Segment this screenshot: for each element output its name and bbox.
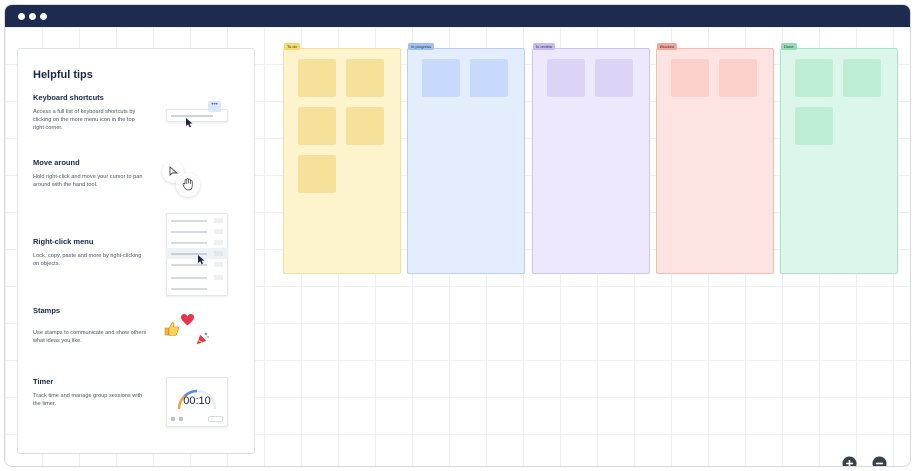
sticky-note[interactable] xyxy=(298,107,336,145)
tip-desc: Hold right-click and move your cursor to… xyxy=(33,174,143,188)
sticky-note[interactable] xyxy=(595,59,633,97)
sticky-note[interactable] xyxy=(795,59,833,97)
tip-title: Keyboard shortcuts xyxy=(33,93,104,102)
tip-keyboard-shortcuts: Keyboard shortcuts Access a full list of… xyxy=(33,93,161,132)
more-icon: ••• xyxy=(208,101,221,112)
column-label: To do xyxy=(284,43,300,50)
tip-title: Timer xyxy=(33,377,54,386)
kanban-column[interactable]: In progress xyxy=(407,43,525,274)
tip-desc: Track time and manage group sessions wit… xyxy=(33,393,143,407)
column-label: In progress xyxy=(408,43,435,50)
hand-icon xyxy=(182,178,193,191)
timer-value: 00:10 xyxy=(183,395,211,407)
whiteboard-canvas[interactable]: Helpful tips Keyboard shortcuts Access a… xyxy=(5,27,910,467)
window-dot-icon xyxy=(18,13,25,20)
shortcuts-illustration: ••• xyxy=(166,101,230,131)
party-icon xyxy=(195,332,209,346)
tip-title: Move around xyxy=(33,158,80,167)
column-label: In review xyxy=(533,43,556,50)
tip-desc: Use stamps to communicate and show other… xyxy=(33,330,147,344)
sticky-note[interactable] xyxy=(470,59,508,97)
sticky-note[interactable] xyxy=(843,59,881,97)
tip-desc: Access a full list of keyboard shortcuts… xyxy=(33,109,136,131)
window-dot-icon xyxy=(40,13,47,20)
tip-timer: Timer Track time and manage group sessio… xyxy=(33,377,161,408)
tip-stamps: Stamps Use stamps to communicate and sho… xyxy=(33,306,161,345)
column-label: Done xyxy=(781,43,797,50)
app-window: Helpful tips Keyboard shortcuts Access a… xyxy=(4,4,911,467)
sticky-note[interactable] xyxy=(422,59,460,97)
timer-illustration: 00:10 xyxy=(166,377,230,429)
context-menu-illustration xyxy=(166,213,230,297)
thumbs-up-icon xyxy=(164,322,180,336)
sticky-note[interactable] xyxy=(719,59,757,97)
kanban-column[interactable]: Done xyxy=(780,43,898,274)
move-illustration xyxy=(162,161,208,199)
kanban-column[interactable]: Blocked xyxy=(656,43,774,274)
zoom-out-icon[interactable] xyxy=(871,455,891,467)
tip-right-click-menu: Right-click menu Lock, copy, paste and m… xyxy=(33,237,161,268)
tip-move-around: Move around Hold right-click and move yo… xyxy=(33,158,161,189)
kanban-column[interactable]: To do xyxy=(283,43,401,274)
tip-title: Right-click menu xyxy=(33,237,94,246)
heart-icon xyxy=(180,313,195,327)
zoom-in-icon[interactable] xyxy=(841,455,861,467)
sticky-note[interactable] xyxy=(671,59,709,97)
panel-title: Helpful tips xyxy=(33,69,93,81)
tip-title: Stamps xyxy=(33,306,61,315)
stamps-illustration xyxy=(164,311,214,351)
helpful-tips-panel: Helpful tips Keyboard shortcuts Access a… xyxy=(17,48,255,454)
cursor-icon xyxy=(186,118,193,128)
kanban-column[interactable]: In review xyxy=(532,43,650,274)
sticky-note[interactable] xyxy=(346,107,384,145)
sticky-note[interactable] xyxy=(298,59,336,97)
column-label: Blocked xyxy=(657,43,678,50)
cursor-icon xyxy=(198,255,205,265)
window-dot-icon xyxy=(29,13,36,20)
sticky-note[interactable] xyxy=(547,59,585,97)
tip-desc: Lock, copy, paste and more by right-clic… xyxy=(33,253,142,267)
cursor-icon xyxy=(169,166,179,176)
sticky-note[interactable] xyxy=(795,107,833,145)
title-bar xyxy=(5,5,910,27)
sticky-note[interactable] xyxy=(346,59,384,97)
sticky-note[interactable] xyxy=(298,155,336,193)
